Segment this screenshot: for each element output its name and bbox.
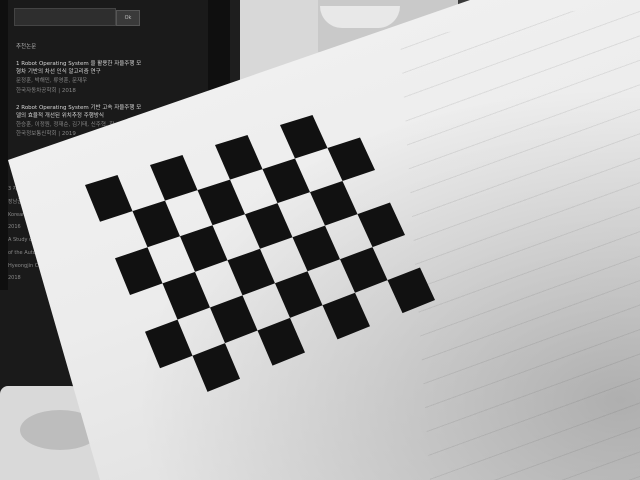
checker-square: [115, 247, 163, 295]
checker-square: [85, 175, 133, 222]
checker-square: [215, 135, 263, 180]
checker-square: [180, 225, 228, 272]
checker-square: [327, 137, 375, 181]
checker-square: [357, 202, 405, 248]
checker-square: [132, 200, 180, 248]
checker-square: [275, 271, 323, 318]
checker-square: [340, 247, 388, 293]
checker-square: [280, 115, 328, 159]
checker-square: [197, 179, 245, 226]
checker-square: [292, 225, 340, 272]
checker-square: [162, 271, 210, 320]
checker-square: [145, 319, 193, 369]
checker-square: [150, 155, 198, 201]
photo-scene: Ok 추천논문 1 Robot Operating System 을 활용한 자…: [0, 0, 640, 480]
checker-square: [262, 158, 310, 204]
checker-square: [245, 203, 293, 249]
checker-square: [227, 248, 275, 296]
checker-square: [322, 292, 370, 340]
checker-square: [387, 267, 435, 314]
checker-square: [310, 181, 358, 226]
checker-square: [257, 317, 305, 366]
checkerboard: [85, 115, 435, 392]
checker-square: [192, 343, 240, 392]
checker-square: [210, 295, 258, 344]
